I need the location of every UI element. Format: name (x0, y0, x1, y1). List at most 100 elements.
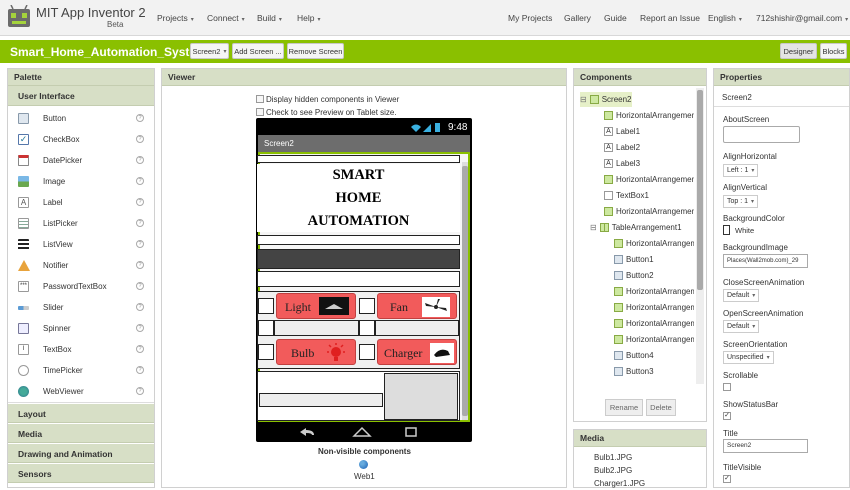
tree-item[interactable]: A Label2 (604, 140, 640, 155)
palette-item-slider[interactable]: Slider? (8, 297, 154, 318)
palette-category-layout[interactable]: Layout (8, 403, 154, 423)
palette-category-sensors[interactable]: Sensors (8, 463, 154, 483)
tree-item[interactable]: Button4 (614, 348, 654, 363)
tree-item[interactable]: A Label3 (604, 156, 640, 171)
horizontal-arrangement[interactable] (257, 271, 460, 287)
fan-button[interactable]: Fan (377, 293, 457, 319)
my-projects-link[interactable]: My Projects (508, 13, 552, 23)
palette-item-label[interactable]: A Label? (8, 192, 154, 213)
help-icon[interactable]: ? (136, 282, 144, 290)
checkbox-icon[interactable] (256, 95, 264, 103)
help-icon[interactable]: ? (136, 114, 144, 122)
horizontal-arrangement[interactable] (258, 298, 274, 314)
color-swatch[interactable] (723, 225, 730, 235)
rename-button[interactable]: Rename (605, 399, 643, 416)
horizontal-arrangement[interactable] (274, 320, 359, 336)
textbox[interactable] (257, 249, 460, 269)
title-visible-checkbox[interactable]: ✓ (723, 475, 731, 483)
charger-button[interactable]: Charger (377, 339, 457, 365)
app-inventor-logo-icon[interactable] (6, 5, 32, 31)
tree-item[interactable]: Button3 (614, 364, 654, 379)
tree-item[interactable]: HorizontalArrangement8 (614, 332, 694, 347)
tree-item-screen2[interactable]: ⊟ Screen2 (580, 92, 632, 107)
menu-build[interactable]: Build ▾ (257, 13, 282, 23)
phone-scrollbar-thumb[interactable] (462, 166, 468, 416)
gallery-link[interactable]: Gallery (564, 13, 591, 23)
help-icon[interactable]: ? (136, 177, 144, 185)
remove-screen-button[interactable]: Remove Screen (287, 43, 344, 59)
help-icon[interactable]: ? (136, 219, 144, 227)
align-horizontal-dropdown[interactable]: Left : 1 ▾ (723, 164, 759, 177)
media-item[interactable]: Bulb2.JPG (594, 464, 706, 477)
tree-item[interactable]: HorizontalArrangement1 (604, 108, 694, 123)
tablet-preview-checkbox[interactable]: Check to see Preview on Tablet size. (256, 108, 397, 117)
horizontal-arrangement[interactable] (375, 320, 459, 336)
palette-category-drawing-animation[interactable]: Drawing and Animation (8, 443, 154, 463)
bulb-button[interactable]: Bulb (276, 339, 356, 365)
palette-item-passwordtextbox[interactable]: *** PasswordTextBox? (8, 276, 154, 297)
help-icon[interactable]: ? (136, 324, 144, 332)
palette-item-listview[interactable]: ListView? (8, 234, 154, 255)
help-icon[interactable]: ? (136, 240, 144, 248)
palette-item-checkbox[interactable]: ✓ CheckBox? (8, 129, 154, 150)
help-icon[interactable]: ? (136, 156, 144, 164)
tree-item[interactable]: A Label1 (604, 124, 640, 139)
screen-orientation-dropdown[interactable]: Unspecified ▾ (723, 351, 774, 364)
help-icon[interactable]: ? (136, 366, 144, 374)
report-issue-link[interactable]: Report an Issue (640, 13, 700, 23)
tree-item[interactable]: Button2 (614, 268, 654, 283)
hidden-components-checkbox[interactable]: Display hidden components in Viewer (256, 95, 399, 104)
horizontal-arrangement[interactable] (258, 344, 274, 360)
background-color-value[interactable]: White (735, 226, 754, 235)
add-screen-button[interactable]: Add Screen ... (232, 43, 284, 59)
palette-item-button[interactable]: Button? (8, 108, 154, 129)
tree-item[interactable]: HorizontalArrangement5 (614, 284, 694, 299)
palette-item-webviewer[interactable]: WebViewer? (8, 381, 154, 402)
tree-item[interactable]: HorizontalArrangement4 (614, 236, 694, 251)
tree-item[interactable]: HorizontalArrangement2 (604, 172, 694, 187)
media-item[interactable]: Charger1.JPG (594, 477, 706, 490)
account-menu[interactable]: 712shishir@gmail.com ▾ (756, 13, 848, 23)
tree-item[interactable]: HorizontalArrangement7 (614, 316, 694, 331)
tree-item[interactable]: Button1 (614, 252, 654, 267)
collapse-toggle-icon[interactable]: ⊟ (590, 223, 597, 232)
horizontal-arrangement[interactable] (359, 344, 375, 360)
palette-category-user-interface[interactable]: User Interface (8, 86, 154, 106)
horizontal-arrangement[interactable] (257, 155, 460, 163)
help-icon[interactable]: ? (136, 303, 144, 311)
horizontal-arrangement[interactable] (359, 298, 375, 314)
palette-item-listpicker[interactable]: ListPicker? (8, 213, 154, 234)
tree-item[interactable]: ⊟ TableArrangement1 (590, 220, 682, 235)
help-icon[interactable]: ? (136, 198, 144, 206)
align-vertical-dropdown[interactable]: Top : 1 ▾ (723, 195, 759, 208)
help-icon[interactable]: ? (136, 345, 144, 353)
guide-link[interactable]: Guide (604, 13, 627, 23)
web-component-icon[interactable] (359, 460, 368, 469)
checkbox-icon[interactable] (256, 108, 264, 116)
horizontal-arrangement[interactable] (257, 235, 460, 245)
media-item[interactable]: Bulb1.JPG (594, 451, 706, 464)
tree-item[interactable]: TextBox1 (604, 188, 649, 203)
collapse-toggle-icon[interactable]: ⊟ (580, 95, 587, 104)
help-icon[interactable]: ? (136, 387, 144, 395)
designer-button[interactable]: Designer (780, 43, 817, 59)
help-icon[interactable]: ? (136, 135, 144, 143)
button-placeholder[interactable] (259, 393, 383, 407)
light-button[interactable]: Light (276, 293, 356, 319)
show-status-bar-checkbox[interactable]: ✓ (723, 412, 731, 420)
tree-item[interactable]: HorizontalArrangement6 (614, 300, 694, 315)
about-screen-textarea[interactable] (723, 126, 800, 143)
open-animation-dropdown[interactable]: Default ▾ (723, 320, 760, 333)
tree-scrollbar-thumb[interactable] (697, 90, 703, 290)
help-icon[interactable]: ? (136, 261, 144, 269)
palette-item-spinner[interactable]: Spinner? (8, 318, 154, 339)
title-field[interactable]: Screen2 (723, 439, 808, 453)
language-menu[interactable]: English ▾ (708, 13, 742, 23)
close-animation-dropdown[interactable]: Default ▾ (723, 289, 760, 302)
palette-item-datepicker[interactable]: DatePicker? (8, 150, 154, 171)
tree-item[interactable]: HorizontalArrangement3 (604, 204, 694, 219)
palette-category-media[interactable]: Media (8, 423, 154, 443)
menu-projects[interactable]: Projects ▾ (157, 13, 194, 23)
palette-item-image[interactable]: Image? (8, 171, 154, 192)
palette-item-timepicker[interactable]: TimePicker? (8, 360, 154, 381)
